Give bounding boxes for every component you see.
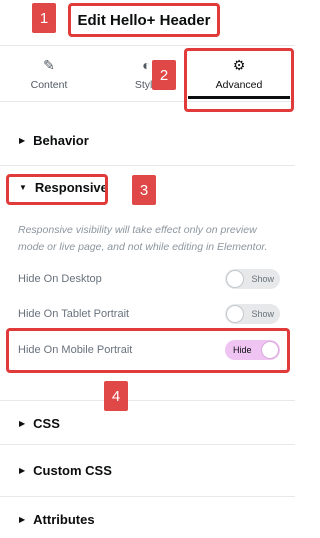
toggle-knob — [226, 270, 244, 288]
section-custom-css-label: Custom CSS — [33, 463, 112, 478]
annotation-badge-1: 1 — [32, 3, 56, 33]
caret-right-icon: ▶ — [19, 466, 26, 475]
contrast-icon: ◐ — [142, 57, 151, 73]
section-css-header[interactable]: ▶ CSS — [19, 416, 60, 431]
annotation-badge-3: 3 — [132, 175, 156, 205]
tab-style[interactable]: ◐ Style — [98, 46, 195, 102]
hide-desktop-toggle-text: Show — [251, 274, 274, 284]
section-attributes: ▶ Attributes — [0, 497, 295, 538]
responsive-note: Responsive visibility will take effect o… — [18, 224, 268, 253]
section-custom-css: ▶ Custom CSS — [0, 445, 295, 497]
hide-tablet-toggle[interactable]: Show — [225, 304, 280, 324]
section-behavior: ▶ Behavior — [0, 102, 295, 166]
section-behavior-label: Behavior — [33, 133, 89, 148]
caret-right-icon: ▶ — [19, 515, 26, 524]
section-attributes-label: Attributes — [33, 512, 95, 527]
hide-tablet-label: Hide On Tablet Portrait — [18, 308, 130, 320]
section-css: ▶ CSS — [0, 401, 295, 445]
pencil-icon: ✎ — [43, 57, 55, 73]
annotation-highlight-mobile — [6, 328, 290, 373]
hide-tablet-toggle-text: Show — [251, 309, 274, 319]
section-custom-css-header[interactable]: ▶ Custom CSS — [19, 463, 112, 478]
hide-desktop-row: Hide On Desktop Show — [18, 268, 280, 290]
tab-content[interactable]: ✎ Content — [0, 46, 98, 102]
panel-title: Edit Hello+ Header — [68, 3, 220, 37]
toggle-knob — [226, 305, 244, 323]
caret-right-icon: ▶ — [19, 136, 26, 145]
hide-desktop-label: Hide On Desktop — [18, 273, 102, 285]
hide-tablet-row: Hide On Tablet Portrait Show — [18, 303, 280, 325]
section-css-label: CSS — [33, 416, 60, 431]
tab-content-label: Content — [30, 79, 68, 91]
caret-right-icon: ▶ — [19, 419, 26, 428]
section-behavior-header[interactable]: ▶ Behavior — [19, 133, 89, 148]
hide-desktop-toggle[interactable]: Show — [225, 269, 280, 289]
annotation-highlight-responsive — [6, 174, 108, 205]
section-attributes-header[interactable]: ▶ Attributes — [19, 512, 95, 527]
annotation-badge-2: 2 — [152, 60, 176, 90]
